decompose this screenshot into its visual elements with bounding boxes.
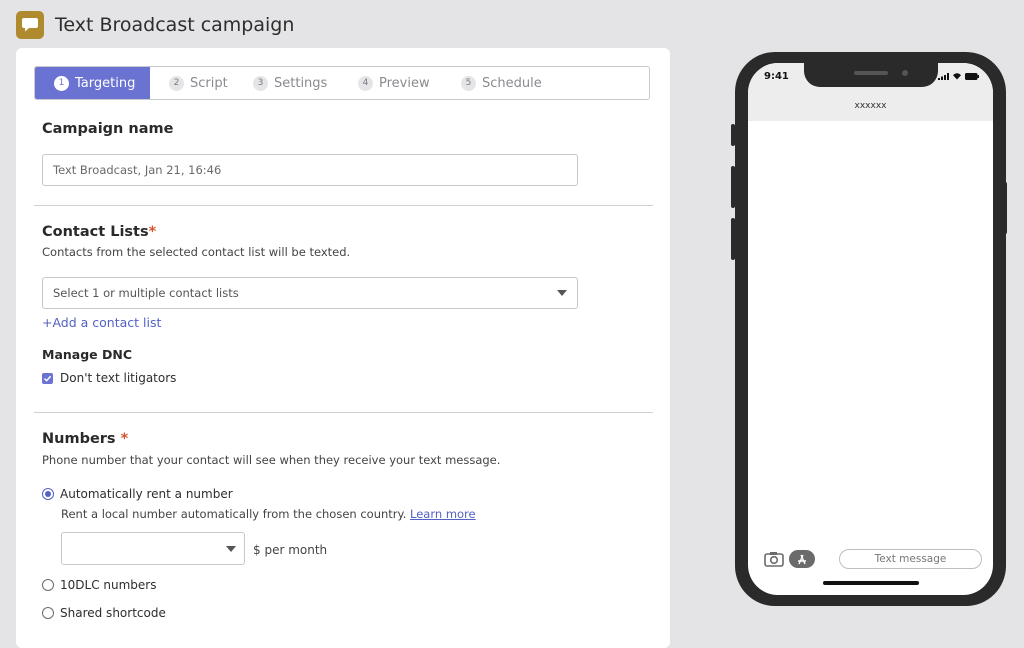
camera-icon[interactable] bbox=[764, 551, 786, 567]
step-label: Settings bbox=[274, 75, 328, 91]
campaign-form-card: 1 Targeting 2 Script 3 Settings 4 Previe… bbox=[16, 48, 670, 648]
front-camera bbox=[902, 70, 908, 76]
numbers-help: Phone number that your contact will see … bbox=[42, 453, 501, 467]
campaign-name-input[interactable] bbox=[42, 154, 578, 186]
text-message-input[interactable]: Text message bbox=[839, 549, 982, 569]
checkbox-checked-icon[interactable] bbox=[42, 372, 53, 384]
add-contact-list-link[interactable]: +Add a contact list bbox=[42, 315, 161, 330]
step-label: Preview bbox=[379, 75, 430, 91]
chevron-down-icon bbox=[557, 290, 567, 296]
wifi-icon bbox=[953, 73, 961, 80]
step-label: Targeting bbox=[75, 75, 136, 91]
status-time: 9:41 bbox=[764, 71, 789, 82]
shared-shortcode-option[interactable]: Shared shortcode bbox=[42, 606, 166, 620]
tab-script[interactable]: 2 Script bbox=[150, 67, 243, 99]
required-mark: * bbox=[148, 224, 157, 240]
radio-selected[interactable] bbox=[42, 488, 54, 500]
price-suffix: $ per month bbox=[253, 543, 328, 557]
step-number: 2 bbox=[169, 75, 184, 91]
auto-rent-help: Rent a local number automatically from t… bbox=[61, 507, 476, 521]
step-tabs: 1 Targeting 2 Script 3 Settings 4 Previe… bbox=[34, 66, 650, 100]
tab-settings[interactable]: 3 Settings bbox=[243, 67, 348, 99]
shared-shortcode-label: Shared shortcode bbox=[60, 606, 166, 620]
home-indicator bbox=[823, 581, 919, 585]
auto-rent-option[interactable]: Automatically rent a number bbox=[42, 487, 233, 501]
phone-screen: 9:41 xxxxxx Text message bbox=[748, 63, 993, 595]
numbers-heading: Numbers * bbox=[42, 431, 128, 447]
divider bbox=[34, 205, 653, 206]
app-header: Text Broadcast campaign bbox=[16, 8, 294, 42]
contact-lists-help: Contacts from the selected contact list … bbox=[42, 245, 351, 259]
numbers-title: Numbers bbox=[42, 431, 116, 447]
divider bbox=[34, 412, 653, 413]
contact-lists-title: Contact Lists bbox=[42, 224, 149, 240]
10dlc-label: 10DLC numbers bbox=[60, 578, 157, 592]
step-number: 3 bbox=[253, 75, 268, 91]
speaker bbox=[854, 71, 888, 75]
manage-dnc-heading: Manage DNC bbox=[42, 347, 132, 362]
learn-more-link[interactable]: Learn more bbox=[410, 507, 476, 521]
phone-preview: 9:41 xxxxxx Text message bbox=[735, 52, 1006, 606]
step-number: 1 bbox=[54, 75, 69, 91]
battery-icon bbox=[965, 72, 979, 80]
message-compose-bar: Text message bbox=[762, 549, 982, 571]
checkbox-label: Don't text litigators bbox=[60, 371, 177, 385]
step-label: Script bbox=[190, 75, 228, 91]
contact-lists-heading: Contact Lists* bbox=[42, 224, 156, 240]
step-label: Schedule bbox=[482, 75, 542, 91]
chevron-down-icon bbox=[226, 545, 236, 552]
contact-lists-select[interactable]: Select 1 or multiple contact lists bbox=[42, 277, 578, 309]
tab-targeting[interactable]: 1 Targeting bbox=[35, 67, 150, 99]
step-number: 5 bbox=[461, 75, 476, 91]
contact-name: xxxxxx bbox=[854, 101, 887, 111]
auto-rent-help-text: Rent a local number automatically from t… bbox=[61, 507, 407, 521]
10dlc-option[interactable]: 10DLC numbers bbox=[42, 578, 156, 592]
required-mark: * bbox=[120, 431, 129, 447]
tab-schedule[interactable]: 5 Schedule bbox=[453, 67, 573, 99]
country-select[interactable] bbox=[61, 532, 245, 565]
tab-preview[interactable]: 4 Preview bbox=[348, 67, 453, 99]
auto-rent-label: Automatically rent a number bbox=[60, 487, 233, 501]
page-title: Text Broadcast campaign bbox=[55, 14, 295, 36]
radio-unselected[interactable] bbox=[42, 579, 54, 591]
chat-bubble-icon bbox=[16, 11, 44, 39]
step-number: 4 bbox=[358, 75, 373, 91]
contact-lists-placeholder: Select 1 or multiple contact lists bbox=[53, 286, 239, 300]
campaign-name-heading: Campaign name bbox=[42, 121, 174, 137]
phone-notch bbox=[804, 63, 938, 87]
status-icons bbox=[938, 72, 979, 80]
app-store-icon[interactable] bbox=[789, 550, 815, 568]
radio-unselected[interactable] bbox=[42, 607, 54, 619]
signal-icon bbox=[938, 72, 949, 80]
dont-text-litigators-option[interactable]: Don't text litigators bbox=[42, 371, 176, 385]
